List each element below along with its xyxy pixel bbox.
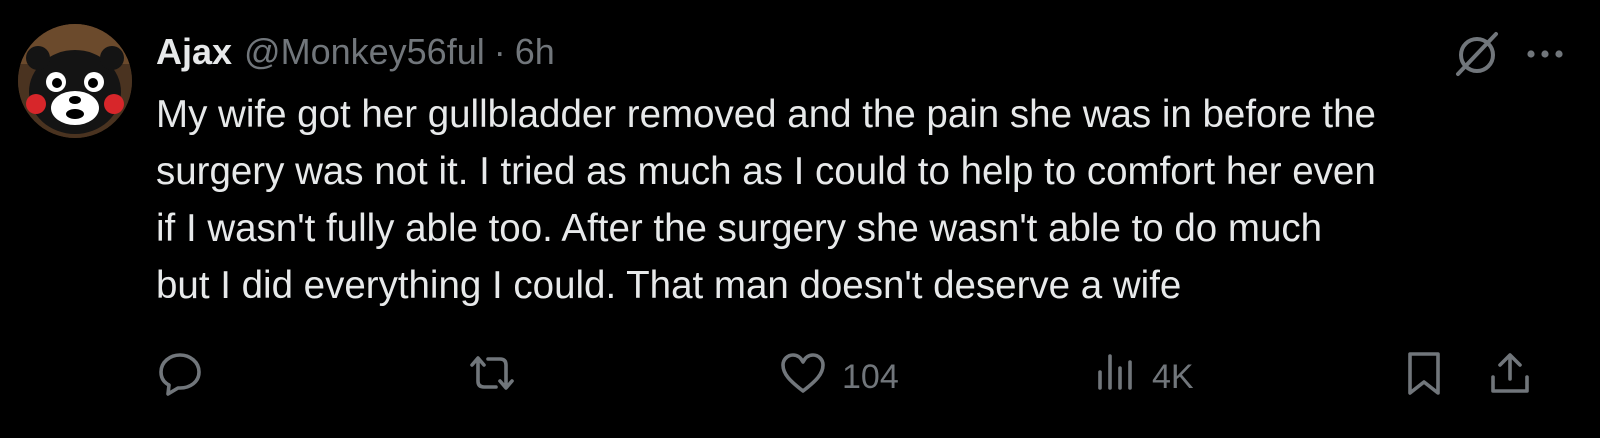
views-count: 4K <box>1152 357 1194 396</box>
grok-icon[interactable] <box>1450 28 1502 80</box>
timestamp[interactable]: 6h <box>515 30 555 74</box>
more-icon[interactable] <box>1524 44 1566 64</box>
tweet-text: My wife got her gullbladder removed and … <box>156 93 1376 307</box>
author-handle[interactable]: @Monkey56ful <box>244 30 485 74</box>
like-count: 104 <box>842 357 899 396</box>
tweet-header: Ajax @Monkey56ful · 6h <box>156 30 555 74</box>
separator-dot: · <box>493 31 506 72</box>
bookmark-button[interactable] <box>1402 351 1446 402</box>
tweet-actions: 104 4K <box>156 351 1566 402</box>
repost-icon <box>466 349 518 406</box>
like-button[interactable]: 104 <box>778 352 899 402</box>
analytics-icon <box>1094 350 1138 405</box>
share-button[interactable] <box>1486 352 1534 402</box>
reply-button[interactable] <box>156 352 204 402</box>
bookmark-icon <box>1402 349 1446 406</box>
avatar[interactable] <box>18 24 132 138</box>
repost-button[interactable] <box>466 352 518 402</box>
avatar-image <box>18 24 132 138</box>
views-button[interactable]: 4K <box>1094 352 1194 402</box>
author-name[interactable]: Ajax <box>156 30 232 74</box>
reply-icon <box>156 349 204 406</box>
heart-icon <box>778 350 828 405</box>
tweet-top-actions <box>1450 28 1566 80</box>
share-icon <box>1486 349 1534 406</box>
tweet: Ajax @Monkey56ful · 6h My wife got her g… <box>0 0 1600 438</box>
